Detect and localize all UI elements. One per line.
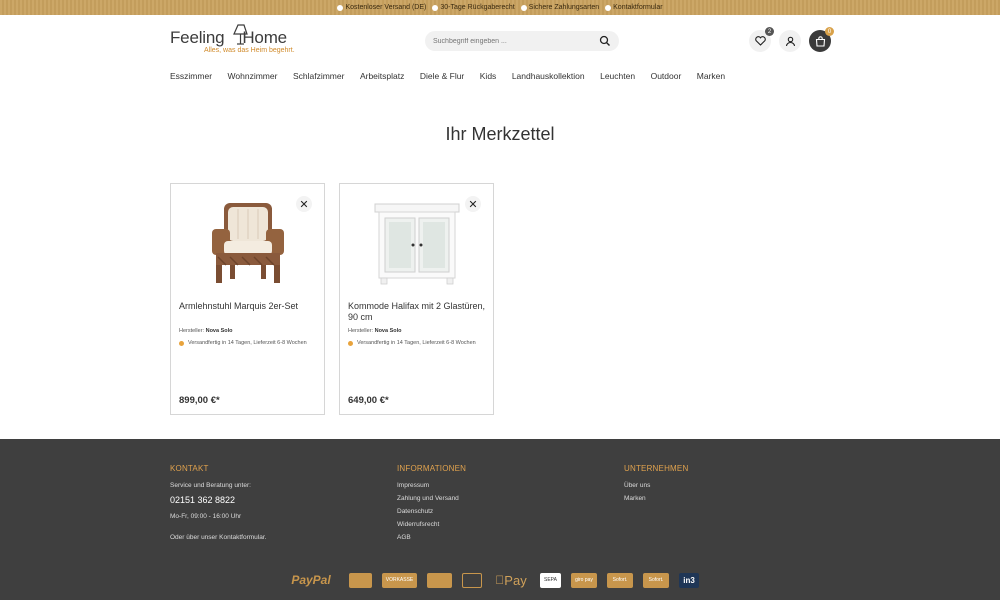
cart-button[interactable]: 0 <box>809 27 834 52</box>
search-icon[interactable] <box>599 35 611 47</box>
armchair-image <box>211 202 284 283</box>
nav-item-marken[interactable]: Marken <box>697 71 725 81</box>
check-icon <box>520 4 527 11</box>
close-icon: ✕ <box>468 198 478 211</box>
wishlist-button[interactable]: 2 <box>749 27 774 52</box>
usp-item: Sichere Zahlungsarten <box>520 4 599 11</box>
payment-methods: PayPal VORKASSE Pay SEPA giro pay Sofor… <box>283 571 699 589</box>
giropay-logo-icon: giro pay <box>571 572 597 588</box>
nav-item-diele-flur[interactable]: Diele & Flur <box>420 71 464 81</box>
product-name[interactable]: Armlehnstuhl Marquis 2er-Set <box>179 301 319 312</box>
product-image-armchair[interactable] <box>181 194 314 289</box>
delivery-info: Versandfertig in 14 Tagen, Lieferzeit 6-… <box>179 340 307 346</box>
wishlist-product-card[interactable]: ✕ Kommode Halifax mit 2 Glastüren, 90 cm… <box>339 183 494 415</box>
main-navigation: Esszimmer Wohnzimmer Schlafzimmer Arbeit… <box>170 71 741 81</box>
nav-item-esszimmer[interactable]: Esszimmer <box>170 71 212 81</box>
footer-link-impressum[interactable]: Impressum <box>397 482 466 489</box>
footer-column-kontakt: KONTAKT Service und Beratung unter: 0215… <box>170 464 266 547</box>
credit-card-logo-icon <box>462 572 482 588</box>
in3-logo-icon: in3 <box>679 572 699 588</box>
check-icon <box>605 4 612 11</box>
footer-link-widerrufsrecht[interactable]: Widerrufsrecht <box>397 521 466 528</box>
footer-link-zahlung-versand[interactable]: Zahlung und Versand <box>397 495 466 502</box>
sepa-logo-icon: SEPA <box>540 572 561 588</box>
wishlist-product-card[interactable]: ✕ Armlehnstuhl Marquis 2er-Set Herstelle… <box>170 183 325 415</box>
product-name[interactable]: Kommode Halifax mit 2 Glastüren, 90 cm <box>348 301 488 323</box>
cart-count-badge: 0 <box>825 27 834 36</box>
account-button[interactable] <box>779 30 801 52</box>
product-image-cabinet[interactable] <box>350 194 483 289</box>
usp-bar: Kostenloser Versand (DE) 30-Tage Rückgab… <box>0 0 1000 15</box>
footer-link-marken[interactable]: Marken <box>624 495 688 502</box>
product-price: 899,00 €* <box>179 395 220 406</box>
nav-item-landhauskollektion[interactable]: Landhauskollektion <box>512 71 585 81</box>
footer-link-agb[interactable]: AGB <box>397 534 466 541</box>
check-icon <box>337 4 344 11</box>
footer-heading: KONTAKT <box>170 464 209 473</box>
availability-dot-icon <box>348 340 353 346</box>
vorkasse-logo-icon: VORKASSE <box>382 572 417 588</box>
invoice-logo-icon <box>427 572 452 588</box>
search-input[interactable] <box>433 37 599 45</box>
bank-transfer-logo-icon <box>349 572 372 588</box>
usp-item: 30-Tage Rückgaberecht <box>432 4 515 11</box>
shopping-bag-icon <box>815 35 825 47</box>
footer-column-unternehmen: UNTERNEHMEN Über uns Marken <box>624 464 688 508</box>
product-manufacturer: Hersteller: Nova Solo <box>348 328 402 334</box>
lamp-logo-icon <box>233 24 248 45</box>
usp-item: Kostenloser Versand (DE) <box>337 4 426 11</box>
nav-item-wohnzimmer[interactable]: Wohnzimmer <box>228 71 278 81</box>
remove-from-wishlist-button[interactable]: ✕ <box>296 196 312 212</box>
nav-item-leuchten[interactable]: Leuchten <box>600 71 635 81</box>
remove-from-wishlist-button[interactable]: ✕ <box>465 196 481 212</box>
check-icon <box>432 4 439 11</box>
site-logo[interactable]: Feeling Home Alles, was das Heim begehrt. <box>170 23 300 57</box>
usp-item-contact[interactable]: Kontaktformular <box>605 4 663 11</box>
nav-item-outdoor[interactable]: Outdoor <box>651 71 682 81</box>
user-icon <box>785 36 795 46</box>
page-title: Ihr Merkzettel <box>445 124 555 144</box>
footer-heading: UNTERNEHMEN <box>624 464 689 473</box>
wishlist-count-badge: 2 <box>765 27 774 36</box>
sofort-logo-icon: Sofort. <box>607 572 633 588</box>
footer-text: Service und Beratung unter: <box>170 482 251 489</box>
apple-pay-logo-icon: Pay <box>495 572 526 588</box>
close-icon: ✕ <box>299 198 309 211</box>
footer-link-datenschutz[interactable]: Datenschutz <box>397 508 466 515</box>
nav-item-kids[interactable]: Kids <box>480 71 497 81</box>
footer-contact-form-link[interactable]: Oder über unser Kontaktformular. <box>170 534 266 541</box>
footer-phone-link[interactable]: 02151 362 8822 <box>170 495 266 505</box>
paypal-logo-icon: PayPal <box>291 573 331 587</box>
sofort-logo-icon: Sofort. <box>643 572 669 588</box>
footer-column-informationen: INFORMATIONEN Impressum Zahlung und Vers… <box>397 464 466 547</box>
product-price: 649,00 €* <box>348 395 389 406</box>
footer-heading: INFORMATIONEN <box>397 464 467 473</box>
nav-item-schlafzimmer[interactable]: Schlafzimmer <box>293 71 344 81</box>
delivery-info: Versandfertig in 14 Tagen, Lieferzeit 6-… <box>348 340 476 346</box>
product-manufacturer: Hersteller: Nova Solo <box>179 328 233 334</box>
footer-hours: Mo-Fr, 09:00 - 16:00 Uhr <box>170 513 242 520</box>
availability-dot-icon <box>179 340 184 346</box>
search-bar[interactable] <box>425 31 619 51</box>
footer-link-ueber-uns[interactable]: Über uns <box>624 482 688 489</box>
heart-icon <box>754 36 766 46</box>
cabinet-image <box>374 203 459 284</box>
nav-item-arbeitsplatz[interactable]: Arbeitsplatz <box>360 71 404 81</box>
